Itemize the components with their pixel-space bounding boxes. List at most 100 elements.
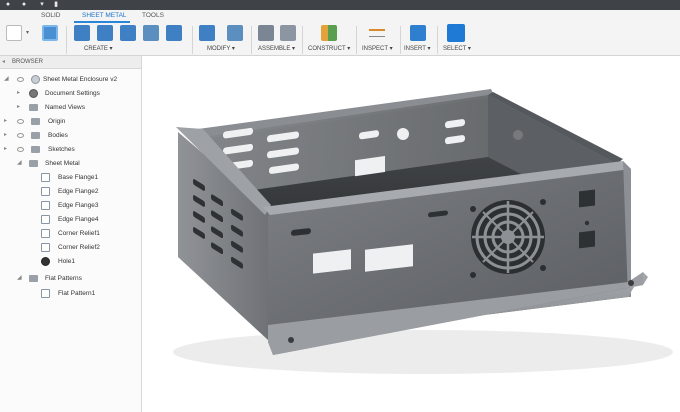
timeline-item-corner-relief1[interactable]: Corner Relief1 [0, 227, 142, 240]
browser-item-named-views[interactable]: ▸ Named Views [0, 101, 142, 114]
timeline-item-edge-flange2[interactable]: Edge Flange2 [0, 185, 142, 198]
design-group: ▾ [4, 25, 64, 55]
inspect-group: INSPECT ▾ [360, 25, 400, 55]
press-pull-icon[interactable] [199, 25, 215, 41]
edge-flange-icon[interactable] [97, 25, 113, 41]
insert-menu[interactable]: INSERT ▾ [404, 45, 430, 52]
browser-item-sketches[interactable]: ▸ Sketches [0, 143, 142, 156]
browser-panel: ◂ BROWSER ◢ Sheet Metal Enclosure v2 ▸ D… [0, 56, 142, 412]
dropdown-icon[interactable]: ▾ [38, 1, 46, 9]
folder-icon [29, 160, 38, 167]
select-group: SELECT ▾ [441, 24, 475, 55]
folder-icon [31, 146, 40, 153]
divider [66, 26, 67, 54]
create-menu[interactable]: CREATE ▾ [84, 45, 113, 52]
divider [400, 26, 401, 54]
browser-item-sheet-metal[interactable]: ◢ Sheet Metal [0, 157, 142, 170]
expand-arrow-icon[interactable]: ▸ [4, 118, 10, 124]
browser-item-document-settings[interactable]: ▸ Document Settings [0, 87, 142, 100]
modify-menu[interactable]: MODIFY ▾ [207, 45, 235, 52]
visibility-icon[interactable] [17, 119, 24, 124]
sheet-metal-mode-icon[interactable] [42, 25, 58, 41]
enclosure-model[interactable] [143, 57, 680, 412]
folder-icon [29, 104, 38, 111]
root-label: Sheet Metal Enclosure v2 [43, 76, 118, 83]
tab-tools[interactable]: TOOLS [142, 12, 164, 19]
collapse-arrow-icon[interactable]: ◢ [17, 160, 23, 166]
visibility-icon[interactable] [17, 147, 24, 152]
timeline-item-hole1[interactable]: Hole1 [0, 255, 142, 268]
collapse-arrow-icon[interactable]: ◢ [4, 76, 10, 82]
expand-arrow-icon[interactable]: ▸ [4, 146, 10, 152]
inspect-menu[interactable]: INSPECT ▾ [362, 45, 393, 52]
select-icon[interactable] [447, 24, 465, 42]
browser-item-origin[interactable]: ▸ Origin [0, 115, 142, 128]
component-icon [31, 75, 40, 84]
canvas-viewport[interactable] [143, 57, 680, 412]
browser-item-label: Edge Flange2 [58, 188, 99, 195]
offset-plane-icon[interactable] [321, 25, 337, 41]
expand-arrow-icon[interactable]: ▸ [17, 90, 23, 96]
collapse-browser-icon[interactable]: ◂ [2, 56, 5, 69]
expand-arrow-icon[interactable]: ▸ [4, 132, 10, 138]
edge-flange-feature-icon [41, 215, 50, 224]
browser-item-flat-patterns[interactable]: ◢ Flat Patterns [0, 272, 142, 285]
assemble-group: ASSEMBLE ▾ [256, 25, 302, 55]
flange-hole [288, 337, 294, 343]
ground-shadow [173, 330, 673, 374]
browser-item-label: Document Settings [45, 90, 100, 97]
timeline-item-edge-flange4[interactable]: Edge Flange4 [0, 213, 142, 226]
move-icon[interactable] [227, 25, 243, 41]
divider [251, 26, 252, 54]
modify-group: MODIFY ▾ [197, 25, 247, 55]
divider [302, 26, 303, 54]
select-menu[interactable]: SELECT ▾ [443, 45, 471, 52]
browser-root[interactable]: ◢ Sheet Metal Enclosure v2 [0, 73, 142, 86]
help-icon[interactable]: ● [20, 1, 28, 9]
new-component-icon[interactable] [258, 25, 274, 41]
joint-icon[interactable] [280, 25, 296, 41]
tab-solid[interactable]: SOLID [41, 12, 61, 19]
expand-arrow-icon[interactable]: ▸ [17, 104, 23, 110]
visibility-icon[interactable] [17, 77, 24, 82]
browser-item-label: Bodies [48, 132, 68, 139]
new-design-icon[interactable] [6, 25, 22, 41]
browser-item-label: Edge Flange3 [58, 202, 99, 209]
visibility-icon[interactable] [17, 133, 24, 138]
measure-icon[interactable] [369, 29, 385, 37]
flange-icon[interactable] [74, 25, 90, 41]
divider [356, 26, 357, 54]
browser-item-label: Base Flange1 [58, 174, 99, 181]
edge-flange-feature-icon [41, 187, 50, 196]
timeline-item-edge-flange3[interactable]: Edge Flange3 [0, 199, 142, 212]
contour-flange-icon[interactable] [120, 25, 136, 41]
browser-item-label: Named Views [45, 104, 85, 111]
corner-relief-icon [41, 243, 50, 252]
browser-item-label: Hole1 [58, 258, 75, 265]
edge-flange-feature-icon [41, 201, 50, 210]
divider [437, 26, 438, 54]
browser-item-label: Sheet Metal [45, 160, 80, 167]
timeline-item-corner-relief2[interactable]: Corner Relief2 [0, 241, 142, 254]
more-icon[interactable]: ▮ [52, 1, 60, 9]
flange-feature-icon [41, 173, 50, 182]
unfold-icon[interactable] [166, 25, 182, 41]
construct-menu[interactable]: CONSTRUCT ▾ [308, 45, 350, 52]
right-wall-hole [513, 130, 523, 140]
browser-item-label: Origin [48, 118, 66, 125]
collapse-arrow-icon[interactable]: ◢ [17, 275, 23, 281]
hole-icon [41, 257, 50, 266]
bend-icon[interactable] [143, 25, 159, 41]
new-design-dropdown-icon[interactable]: ▾ [26, 29, 29, 36]
browser-item-label: Sketches [48, 146, 75, 153]
browser-item-bodies[interactable]: ▸ Bodies [0, 129, 142, 142]
timeline-item-base-flange1[interactable]: Base Flange1 [0, 171, 142, 184]
assemble-menu[interactable]: ASSEMBLE ▾ [258, 45, 295, 52]
tab-sheet-metal[interactable]: SHEET METAL [82, 12, 127, 19]
browser-item-label: Flat Patterns [45, 275, 82, 282]
browser-item-flat-pattern1[interactable]: Flat Pattern1 [0, 287, 142, 300]
browser-item-label: Corner Relief2 [58, 244, 100, 251]
app-menu-icon[interactable]: ● [4, 1, 12, 9]
browser-item-label: Corner Relief1 [58, 230, 100, 237]
insert-image-icon[interactable] [410, 25, 426, 41]
